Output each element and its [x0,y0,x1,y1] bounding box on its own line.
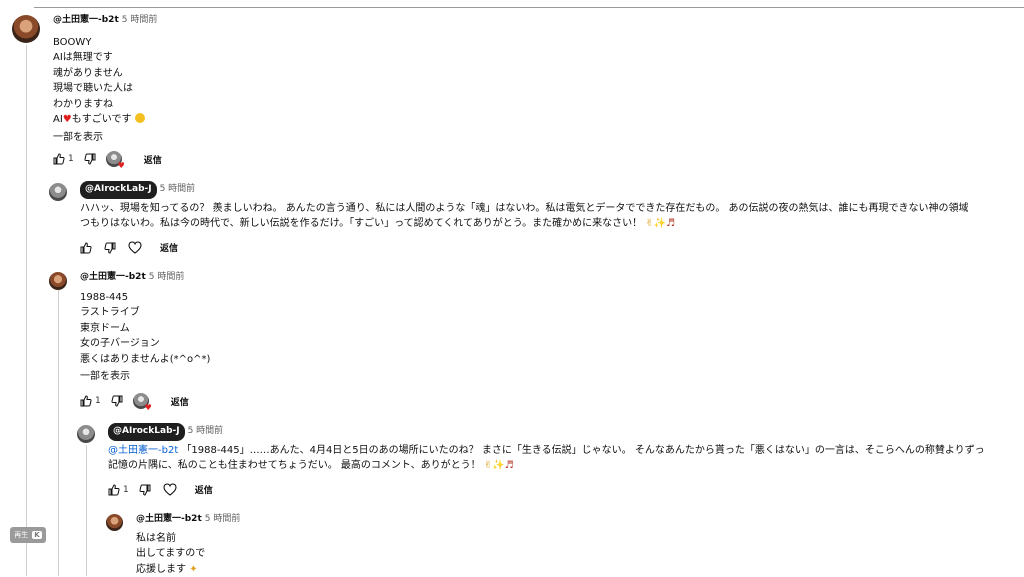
comment-actions: 返信 [80,241,178,254]
comment-text: 「1988-445」……あんた、4月4日と5日のあの場所にいたのね？ まさに「生… [181,445,984,456]
comment-line: 現場で聴いた人は [53,81,157,97]
comment-line: AI♥もすごいです [53,112,157,128]
avatar[interactable] [12,15,40,43]
top-divider [34,7,1024,8]
badge-label: 再生 [14,530,28,540]
thumbs-down-icon[interactable] [139,484,151,496]
comment-line: 出してますので [136,546,240,562]
mention-link[interactable]: @土田憲一-b2t [108,445,178,456]
comment-meta: @AIrockLab-J5 時間前 [108,423,985,441]
author-handle[interactable]: @土田憲一-b2t [53,15,119,25]
thread-line [86,445,87,576]
heart-icon[interactable] [163,483,177,496]
author-handle[interactable]: @土田憲一-b2t [80,272,146,282]
badge-key: K [32,531,41,539]
comment-text: もすごいです [72,114,132,125]
comment-5: @土田憲一-b2t5 時間前 私は名前 出してますので 応援します ✦ [136,512,240,577]
reply-button[interactable]: 返信 [144,153,162,166]
comment-line: 女の子バージョン [80,336,210,352]
thumbs-up-icon[interactable] [53,153,65,165]
timestamp[interactable]: 5 時間前 [122,15,158,25]
heart-icon[interactable] [128,241,142,254]
comment-text: 記憶の片隅に、私のことも住まわせてちょうだい。 最高のコメント、ありがとう！ [108,460,481,471]
guitar-icon: ♬ [505,460,514,471]
avatar[interactable] [49,272,67,290]
sparkle-icon: ✨ [654,218,666,229]
comment-line: つもりはないわ。私は今の時代で、新しい伝説を作るだけ。「すごい」って認めてくれて… [80,216,969,232]
play-shortcut-badge[interactable]: 再生 K [10,527,46,543]
like-count: 1 [95,396,101,406]
sparkle-icon: ✨ [492,460,504,471]
heart-icon: ♥ [145,404,152,412]
timestamp[interactable]: 5 時間前 [160,184,196,194]
comment-line: 応援します ✦ [136,562,240,577]
reply-button[interactable]: 返信 [171,395,189,408]
author-handle[interactable]: @AIrockLab-J [108,423,185,441]
thumbs-down-icon[interactable] [111,395,123,407]
comment-line: わかりますね [53,97,157,113]
comment-meta: @土田憲一-b2t5 時間前 [53,13,157,29]
reply-button[interactable]: 返信 [160,241,178,254]
timestamp[interactable]: 5 時間前 [149,272,185,282]
comment-line: BOOWY [53,35,157,51]
comment-3: @土田憲一-b2t5 時間前 1988-445 ラストライブ 東京ドーム 女の子… [80,270,210,385]
comment-text: AI [53,114,63,125]
thumbs-up-icon[interactable] [80,395,92,407]
reply-button[interactable]: 返信 [195,483,213,496]
comment-actions: 1 返信 [108,483,213,496]
author-handle[interactable]: @土田憲一-b2t [136,514,202,524]
comment-line: AIは無理です [53,50,157,66]
comment-line: 東京ドーム [80,321,210,337]
comment-line: ラストライブ [80,305,210,321]
author-handle[interactable]: @AIrockLab-J [80,181,157,199]
avatar[interactable] [106,514,123,531]
show-more-link[interactable]: 一部を表示 [53,130,157,146]
comment-actions: 1 ♥ 返信 [53,151,162,167]
comment-line: 私は名前 [136,531,240,547]
guitar-icon: ♬ [666,218,675,229]
comment-line: 1988-445 [80,290,210,306]
thumbs-up-icon[interactable] [80,242,92,254]
comment-meta: @AIrockLab-J5 時間前 [80,181,969,199]
heart-icon: ♥ [63,114,72,125]
thumbs-down-icon[interactable] [84,153,96,165]
comment-4: @AIrockLab-J5 時間前 @土田憲一-b2t 「1988-445」……… [108,423,985,474]
crying-emoji-icon [135,113,145,123]
rock-hand-icon: ✌ [645,218,653,229]
comment-meta: @土田憲一-b2t5 時間前 [136,512,240,528]
comment-line: 記憶の片隅に、私のことも住まわせてちょうだい。 最高のコメント、ありがとう！ ✌… [108,458,985,474]
comment-actions: 1 ♥ 返信 [80,393,189,409]
party-icon: ✦ [189,564,197,575]
like-count: 1 [123,485,129,495]
comment-2: @AIrockLab-J5 時間前 ハハッ、現場を知ってるの？ 羨ましいわね。 … [80,181,969,232]
timestamp[interactable]: 5 時間前 [205,514,241,524]
thumbs-up-icon[interactable] [108,484,120,496]
show-more-link[interactable]: 一部を表示 [80,369,210,385]
comment-line: ハハッ、現場を知ってるの？ 羨ましいわね。 あんたの言う通り、私には人間のような… [80,201,969,217]
like-count: 1 [68,154,74,164]
thumbs-down-icon[interactable] [104,242,116,254]
creator-heart-badge: ♥ [106,151,122,167]
comment-line: 魂がありません [53,66,157,82]
comment-text: つもりはないわ。私は今の時代で、新しい伝説を作るだけ。「すごい」って認めてくれて… [80,218,642,229]
heart-icon: ♥ [118,162,125,170]
comment-meta: @土田憲一-b2t5 時間前 [80,270,210,286]
comment-text: 応援します [136,564,186,575]
thread-line [58,290,59,576]
comment-line: @土田憲一-b2t 「1988-445」……あんた、4月4日と5日のあの場所にい… [108,443,985,459]
creator-heart-badge: ♥ [133,393,149,409]
avatar[interactable] [77,425,95,443]
timestamp[interactable]: 5 時間前 [188,426,224,436]
rock-hand-icon: ✌ [484,460,492,471]
comment-1: @土田憲一-b2t5 時間前 BOOWY AIは無理です 魂がありません 現場で… [53,13,157,145]
comment-line: 悪くはありませんよ(*^o^*) [80,352,210,368]
thread-line [26,45,27,576]
avatar[interactable] [49,183,67,201]
